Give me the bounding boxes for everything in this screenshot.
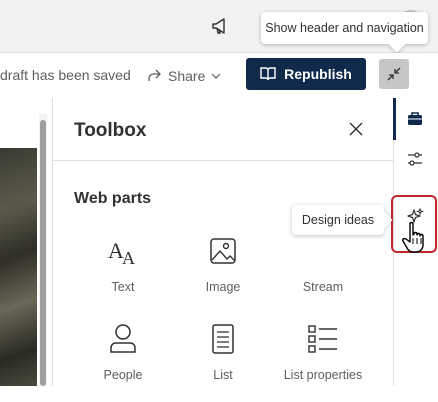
share-label: Share xyxy=(168,68,206,84)
webpart-list-properties[interactable]: List properties xyxy=(273,322,373,402)
close-icon[interactable] xyxy=(347,120,365,138)
webpart-label: List xyxy=(213,368,233,382)
web-parts-heading: Web parts xyxy=(74,190,152,207)
webpart-label: Image xyxy=(205,280,241,294)
webpart-label: Stream xyxy=(302,280,344,294)
hand-pointer-cursor-icon xyxy=(402,221,424,253)
rail-settings-button[interactable] xyxy=(400,144,430,174)
webpart-people[interactable]: People xyxy=(73,322,173,402)
design-ideas-tooltip: Design ideas xyxy=(292,205,384,235)
image-icon xyxy=(210,238,236,264)
settings-sliders-icon xyxy=(408,152,422,166)
canvas-background-image xyxy=(0,148,37,386)
people-icon xyxy=(110,324,136,353)
collapse-arrows-icon xyxy=(387,67,401,81)
book-open-icon xyxy=(260,67,276,81)
webpart-text[interactable]: A A Text xyxy=(73,234,173,314)
toolbox-divider xyxy=(53,160,394,161)
megaphone-icon[interactable] xyxy=(210,15,232,37)
text-icon: A A xyxy=(108,238,135,268)
share-icon xyxy=(148,69,161,81)
toolbox-icon xyxy=(408,112,422,125)
command-bar: draft has been saved Share xyxy=(0,53,438,97)
webpart-label: List properties xyxy=(283,368,363,382)
rail-toolbox-button[interactable] xyxy=(400,104,430,134)
toolbox-panel: Toolbox Web parts A A Text Image Stream … xyxy=(52,98,394,386)
webpart-stream[interactable]: Stream xyxy=(273,234,373,314)
webpart-label: Text xyxy=(111,280,135,294)
list-icon xyxy=(212,324,234,354)
canvas-scrollbar-thumb[interactable] xyxy=(40,120,46,386)
republish-button[interactable]: Republish xyxy=(246,58,366,90)
share-button[interactable]: Share xyxy=(146,63,221,89)
collapse-header-button[interactable] xyxy=(379,59,409,89)
svg-text:A: A xyxy=(122,248,135,268)
show-header-tooltip: Show header and navigation xyxy=(261,12,428,44)
draft-status-text: draft has been saved xyxy=(0,67,131,83)
republish-label: Republish xyxy=(284,66,352,82)
list-properties-icon xyxy=(308,325,337,353)
rail-active-indicator xyxy=(393,98,396,140)
toolbox-title: Toolbox xyxy=(74,120,147,141)
webpart-list[interactable]: List xyxy=(173,322,273,402)
stream-icon xyxy=(306,234,340,268)
webpart-label: People xyxy=(103,368,143,382)
webpart-image[interactable]: Image xyxy=(173,234,273,314)
chevron-down-icon xyxy=(211,73,221,79)
